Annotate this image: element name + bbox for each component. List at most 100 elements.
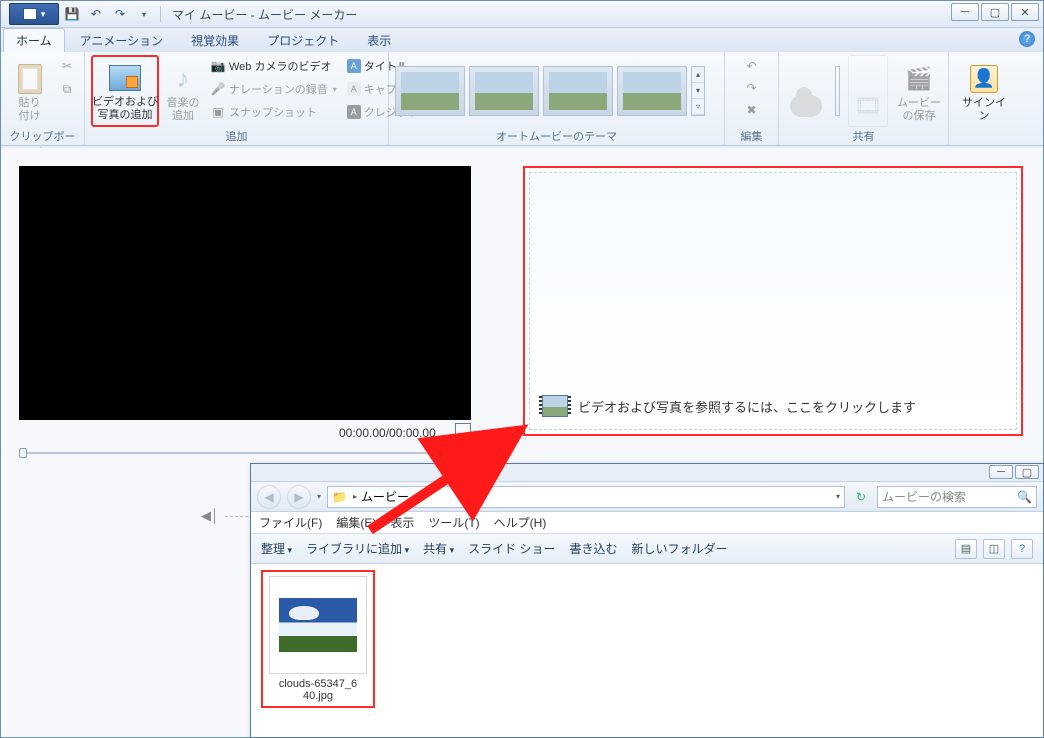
explorer-file-pane[interactable]: clouds-65347_6 40.jpg [251, 564, 1043, 737]
credit-icon: A [347, 105, 361, 119]
add-media-label: ビデオおよび 写真の追加 [92, 96, 158, 124]
explorer-toolbar: 整理 ライブラリに追加 共有 スライド ショー 書き込む 新しいフォルダー ▤ … [251, 534, 1043, 564]
close-button[interactable]: ✕ [1011, 3, 1039, 21]
fullscreen-icon[interactable] [455, 423, 471, 435]
save-icon[interactable]: 💾 [61, 4, 83, 24]
search-icon: 🔍 [1017, 490, 1032, 504]
tab-animation[interactable]: アニメーション [67, 28, 177, 52]
toolbar-burn[interactable]: 書き込む [569, 540, 617, 557]
nav-forward-button[interactable]: ▶ [287, 485, 311, 509]
signin-label: サインイン [961, 97, 1007, 125]
title-icon: A [347, 59, 361, 73]
tab-visual-effects[interactable]: 視覚効果 [178, 28, 252, 52]
copy-button[interactable]: ⧉ [56, 78, 78, 100]
share-gallery-scroll[interactable] [835, 66, 840, 116]
cut-button[interactable]: ✂ [56, 55, 78, 77]
group-signin-label [955, 131, 1013, 144]
preview-pane-button[interactable]: ◫ [983, 539, 1005, 559]
refresh-button[interactable]: ↻ [851, 487, 871, 507]
maximize-button[interactable]: ▢ [981, 3, 1009, 21]
group-edit-label: 編集 [731, 127, 772, 144]
webcam-video-button[interactable]: 📷Web カメラのビデオ [207, 55, 340, 77]
webcam-icon: 📷 [210, 58, 226, 74]
paste-button[interactable]: 貼り 付け [7, 55, 52, 127]
theme-thumb[interactable] [469, 66, 539, 116]
toolbar-organize[interactable]: 整理 [261, 540, 292, 557]
add-videos-photos-button[interactable]: ビデオおよび 写真の追加 [91, 55, 159, 127]
seek-bar[interactable] [19, 448, 471, 458]
tab-project[interactable]: プロジェクト [254, 28, 352, 52]
caption-icon: A [347, 82, 361, 96]
photo-icon [109, 65, 141, 91]
drop-hint-label: ビデオおよび写真を参照するには、ここをクリックします [578, 397, 916, 416]
tab-view[interactable]: 表示 [354, 28, 404, 52]
filmstrip-icon: 🎞 [852, 90, 884, 122]
minimize-button[interactable]: ─ [951, 3, 979, 21]
search-input[interactable]: ムービーの検索 🔍 [877, 486, 1037, 508]
ex-maximize-button[interactable]: ▢ [1015, 465, 1039, 479]
address-bar[interactable]: 📁 ▸ ムービー ▾ [327, 486, 845, 508]
theme-thumb[interactable] [395, 66, 465, 116]
nav-history-dropdown[interactable]: ▾ [317, 492, 321, 501]
group-clipboard: 貼り 付け ✂ ⧉ クリップボード [1, 52, 85, 145]
toolbar-share[interactable]: 共有 [423, 540, 454, 557]
snapshot-button[interactable]: ▣スナップショット [207, 101, 340, 123]
redo-icon[interactable]: ↷ [109, 4, 131, 24]
group-automovie-label: オートムービーのテーマ [395, 127, 718, 144]
folder-icon: 📁 [332, 490, 347, 504]
add-music-button[interactable]: ♪ 音楽の 追加 [163, 55, 203, 127]
record-narration-button[interactable]: 🎤ナレーションの録音▾ [207, 78, 340, 100]
toolbar-add-to-library[interactable]: ライブラリに追加 [306, 540, 409, 557]
undo-icon[interactable]: ↶ [85, 4, 107, 24]
tab-home[interactable]: ホーム [3, 28, 65, 52]
file-thumbnail [269, 576, 367, 674]
cloud-image-icon [279, 598, 357, 652]
file-name-label: clouds-65347_6 40.jpg [267, 678, 369, 702]
file-item[interactable]: clouds-65347_6 40.jpg [261, 570, 375, 708]
group-share-label: 共有 [785, 127, 942, 144]
help-button[interactable]: ? [1011, 539, 1033, 559]
drop-inner[interactable]: ビデオおよび写真を参照するには、ここをクリックします [529, 172, 1017, 430]
share-placeholder-button[interactable]: 🎞 [848, 55, 888, 127]
storyboard-drop-panel[interactable]: ビデオおよび写真を参照するには、ここをクリックします [523, 166, 1023, 436]
window-title: マイ ムービー - ムービー メーカー [172, 6, 357, 23]
theme-gallery: ▴▾▿ [395, 66, 705, 116]
paste-label: 貼り 付け [19, 97, 41, 125]
group-share: 🎞 🎬 ムービー の保存 共有 [779, 52, 949, 145]
gallery-scroll[interactable]: ▴▾▿ [691, 66, 705, 116]
seek-thumb[interactable] [19, 448, 27, 458]
prev-frame-button[interactable]: ◀│ [201, 508, 219, 524]
qat-dropdown-icon[interactable]: ▾ [133, 4, 155, 24]
nav-back-button[interactable]: ◀ [257, 485, 281, 509]
menu-help[interactable]: ヘルプ(H) [494, 514, 547, 531]
view-mode-button[interactable]: ▤ [955, 539, 977, 559]
theme-thumb[interactable] [617, 66, 687, 116]
user-icon: 👤 [970, 65, 998, 93]
seek-track [19, 452, 471, 454]
toolbar-new-folder[interactable]: 新しいフォルダー [632, 540, 728, 557]
clipboard-icon [18, 64, 42, 94]
toolbar-slideshow[interactable]: スライド ショー [468, 540, 555, 557]
share-online-button[interactable] [785, 55, 827, 127]
menu-tool[interactable]: ツール(T) [428, 514, 479, 531]
rotate-right-icon: ↷ [744, 80, 760, 96]
menu-edit[interactable]: 編集(E) [336, 514, 376, 531]
theme-thumb[interactable] [543, 66, 613, 116]
microphone-icon: 🎤 [210, 81, 226, 97]
rotate-left-button[interactable]: ↶ [734, 55, 770, 77]
preview-player[interactable] [19, 166, 471, 420]
address-dropdown-icon[interactable]: ▾ [836, 492, 840, 501]
rotate-right-button[interactable]: ↷ [734, 77, 770, 99]
file-menu-button[interactable]: ▾ [9, 3, 59, 25]
menu-file[interactable]: ファイル(F) [259, 514, 322, 531]
group-signin: 👤 サインイン [949, 52, 1019, 145]
save-movie-button[interactable]: 🎬 ムービー の保存 [896, 55, 942, 127]
menu-view[interactable]: 表示 [390, 514, 414, 531]
delete-button[interactable]: ✖ [734, 99, 770, 121]
quick-access-toolbar: ▾ 💾 ↶ ↷ ▾ [5, 3, 164, 25]
ex-minimize-button[interactable]: ─ [989, 465, 1013, 479]
group-add: ビデオおよび 写真の追加 ♪ 音楽の 追加 📷Web カメラのビデオ 🎤ナレーシ… [85, 52, 389, 145]
signin-button[interactable]: 👤 サインイン [956, 55, 1012, 127]
address-path: ムービー [361, 488, 409, 505]
help-icon[interactable]: ? [1019, 31, 1035, 47]
